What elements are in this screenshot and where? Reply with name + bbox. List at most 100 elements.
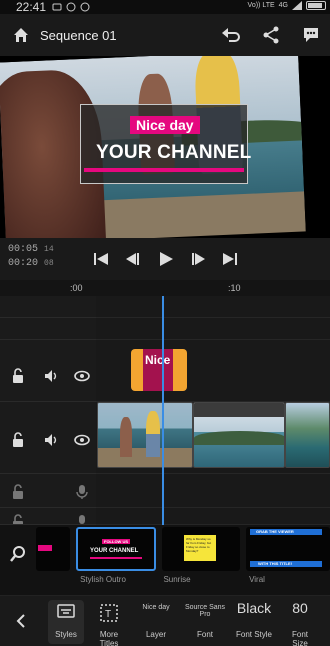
audio-track-header	[0, 508, 96, 525]
current-time: 00:05	[8, 244, 39, 255]
font-value: Source Sans Pro	[184, 604, 226, 618]
boat-canopy	[194, 403, 284, 417]
ruler-mark-10: :10	[228, 283, 241, 293]
sequence-title: Sequence 01	[40, 28, 117, 43]
thumb-caption: Why is Monday so far from Friday, but Fr…	[186, 537, 212, 553]
undo-button[interactable]	[220, 24, 242, 46]
search-area	[0, 525, 36, 591]
share-button[interactable]	[260, 24, 282, 46]
thumb-caption: WITH THIS TITLE!	[258, 561, 292, 566]
title-line-1[interactable]: Nice day	[130, 116, 200, 134]
status-bar: 22:41 Vo)) LTE 4G	[0, 0, 330, 14]
feedback-button[interactable]	[300, 24, 322, 46]
style-thumb-viral[interactable]: GRAB THE VIEWER WITH THIS TITLE!	[246, 527, 330, 571]
search-icon[interactable]	[9, 545, 27, 563]
thumb-accent	[38, 545, 52, 551]
volume-icon[interactable]	[44, 432, 60, 448]
share-icon	[263, 26, 279, 44]
volume-icon[interactable]	[44, 368, 60, 384]
styles-icon	[57, 604, 75, 618]
font-style-control[interactable]: Black Font Style	[234, 596, 274, 646]
title-style-picker: FOLLOW US YOUR CHANNEL Why is Monday so …	[0, 525, 330, 595]
total-time: 00:20	[8, 258, 39, 269]
font-size-label: Font Size	[291, 630, 308, 646]
style-thumb-stylish-outro[interactable]: FOLLOW US YOUR CHANNEL	[76, 527, 156, 571]
style-thumb-partial[interactable]	[36, 527, 70, 571]
font-style-label: Font Style	[235, 630, 272, 639]
title-accent-bar	[84, 168, 244, 172]
home-button[interactable]	[10, 24, 32, 46]
feedback-icon	[304, 28, 318, 42]
font-size-control[interactable]: 80 Font Size	[284, 596, 316, 646]
audio-track[interactable]	[96, 474, 330, 508]
current-timecode: 00:05 14	[8, 244, 54, 255]
bottom-toolbar: Styles T More Titles Nice day Layer Sour…	[0, 595, 330, 646]
more-titles-icon: T	[100, 604, 118, 622]
audio-track[interactable]	[96, 508, 330, 525]
thumb-tag: FOLLOW US	[102, 539, 130, 544]
audio-track-header	[0, 474, 96, 508]
layer-label: Layer	[145, 630, 166, 639]
title-clip-label: Nice	[145, 353, 171, 367]
back-button[interactable]	[0, 596, 40, 646]
network-label: Vo)) LTE	[247, 2, 275, 9]
style-label-sunrise: Sunrise	[163, 575, 191, 584]
undo-icon	[222, 28, 240, 42]
app-header: Sequence 01	[0, 14, 330, 56]
microphone-icon[interactable]	[74, 514, 90, 525]
unlock-icon[interactable]	[10, 432, 26, 448]
total-timecode: 00:20 08	[8, 258, 54, 269]
style-thumb-sunrise[interactable]: Why is Monday so far from Friday, but Fr…	[162, 527, 240, 571]
message-icon	[52, 3, 62, 11]
transport-bar: 00:05 14 00:20 08	[0, 238, 330, 280]
signal-label: 4G	[278, 2, 288, 9]
layer-control[interactable]: Nice day Layer	[136, 596, 176, 646]
unlock-icon[interactable]	[10, 368, 26, 384]
more-titles-tab[interactable]: T More Titles	[92, 596, 126, 646]
step-back-icon[interactable]	[124, 250, 142, 268]
timeline-ruler[interactable]: :00 :10	[70, 280, 330, 296]
more-titles-label: More Titles	[99, 630, 119, 646]
play-icon[interactable]	[157, 250, 175, 268]
microphone-icon[interactable]	[74, 484, 90, 500]
current-frame: 14	[44, 245, 54, 254]
video-clip[interactable]	[285, 402, 330, 468]
chevron-left-icon	[16, 614, 25, 628]
layer-value: Nice day	[142, 604, 170, 611]
font-size-value: 80	[292, 600, 308, 616]
ruler-mark-start: :00	[70, 283, 83, 293]
font-label: Font	[196, 630, 213, 639]
eye-icon[interactable]	[74, 432, 90, 448]
video-clip[interactable]	[97, 402, 193, 468]
skip-to-end-icon[interactable]	[221, 250, 239, 268]
thumb-caption: GRAB THE VIEWER	[256, 529, 294, 534]
battery-icon	[306, 1, 326, 10]
person	[120, 417, 132, 457]
unlock-icon[interactable]	[10, 484, 26, 500]
eye-icon[interactable]	[74, 368, 90, 384]
skip-to-start-icon[interactable]	[92, 250, 110, 268]
whatsapp-icon	[80, 2, 90, 12]
empty-track	[96, 318, 330, 340]
font-style-value: Black	[236, 600, 272, 616]
font-control[interactable]: Source Sans Pro Font	[182, 596, 228, 646]
person	[146, 411, 160, 457]
style-label-stylish-outro: Stylish Outro	[80, 575, 126, 584]
video-track-header	[0, 402, 96, 474]
unlock-icon[interactable]	[10, 514, 26, 525]
playhead[interactable]	[162, 296, 164, 528]
video-clip[interactable]	[193, 402, 285, 468]
title-line-2[interactable]: YOUR CHANNEL	[96, 142, 251, 164]
style-label-viral: Viral	[249, 575, 265, 584]
title-clip[interactable]: Nice	[131, 349, 187, 391]
step-forward-icon[interactable]	[189, 250, 207, 268]
video-preview[interactable]: Nice day YOUR CHANNEL	[0, 56, 330, 238]
thumb-accent	[90, 557, 142, 559]
home-icon	[14, 28, 28, 42]
styles-tab[interactable]: Styles	[48, 600, 84, 644]
styles-label: Styles	[55, 630, 77, 639]
empty-track-header	[0, 296, 96, 318]
thumb-caption: YOUR CHANNEL	[90, 548, 139, 554]
svg-text:T: T	[105, 609, 111, 620]
whatsapp-icon	[66, 2, 76, 12]
